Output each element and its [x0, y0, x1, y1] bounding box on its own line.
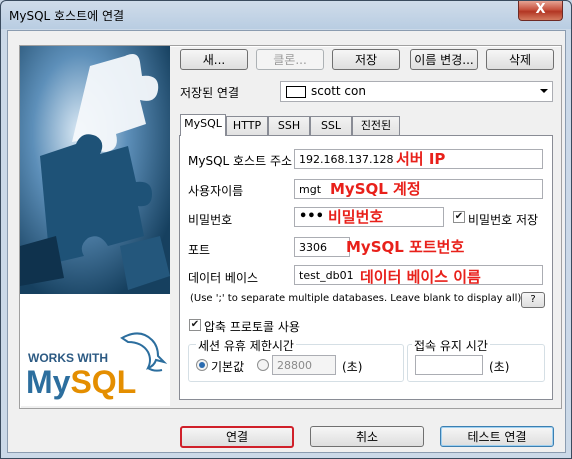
password-label: 비밀번호	[188, 213, 233, 227]
default-label: 기본값	[211, 360, 245, 374]
rename-button[interactable]: 이름 변경...	[410, 49, 478, 70]
works-with-label: WORKS WITH	[28, 351, 108, 365]
saved-connection-select[interactable]: scott con	[280, 81, 553, 102]
delete-button[interactable]: 삭제	[486, 49, 554, 70]
save-button[interactable]: 저장	[332, 49, 400, 70]
database-hint: (Use ';' to separate multiple databases.…	[190, 293, 522, 304]
timeout-input[interactable]: 28800	[272, 355, 336, 375]
keepalive-seconds-label: (초)	[489, 360, 510, 374]
database-label: 데이터 베이스	[188, 271, 259, 285]
save-password-label: 비밀번호 저장	[468, 213, 539, 227]
tab-ssh[interactable]: SSH	[268, 116, 310, 135]
connect-button[interactable]: 연결	[180, 426, 294, 448]
port-label: 포트	[188, 243, 211, 257]
new-button[interactable]: 새...	[180, 49, 248, 70]
radio-selected-dot	[199, 362, 205, 368]
test-connection-button[interactable]: 테스트 연결	[440, 426, 554, 447]
title-bar[interactable]: MySQL 호스트에 연결 X	[1, 1, 571, 29]
mysql-branding-panel: WORKS WITH MySQL	[20, 46, 170, 406]
save-password-checkbox[interactable]: ✔	[453, 211, 465, 223]
port-value: 3306	[299, 241, 327, 254]
help-button[interactable]: ?	[521, 292, 545, 308]
username-label: 사용자이름	[188, 184, 244, 198]
host-annotation: 서버 IP	[396, 150, 446, 168]
timeout-value: 28800	[277, 359, 312, 372]
chevron-down-icon[interactable]	[540, 89, 548, 93]
tab-http[interactable]: HTTP	[226, 116, 268, 135]
tab-advanced[interactable]: 진전된	[352, 116, 400, 135]
mysql-logo: MySQL	[26, 364, 137, 400]
port-input[interactable]: 3306	[294, 237, 350, 257]
custom-timeout-radio[interactable]	[257, 359, 269, 371]
saved-connection-label: 저장된 연결	[180, 86, 240, 100]
database-annotation: 데이터 베이스 이름	[360, 268, 481, 286]
saved-connection-value: scott con	[311, 84, 366, 98]
port-annotation: MySQL 포트번호	[346, 238, 465, 256]
password-annotation: 비밀번호	[328, 208, 384, 226]
color-swatch	[286, 86, 306, 98]
clone-button[interactable]: 클론...	[256, 49, 324, 70]
window-title: MySQL 호스트에 연결	[9, 9, 125, 23]
puzzle-image	[20, 46, 170, 294]
keepalive-label: 접속 유지 시간	[412, 337, 490, 354]
username-annotation: MySQL 계정	[330, 180, 421, 198]
host-value: 192.168.137.128	[299, 153, 394, 166]
tab-ssl[interactable]: SSL	[310, 116, 352, 135]
database-value: test_db01	[299, 269, 354, 282]
keepalive-input[interactable]	[415, 355, 483, 375]
default-radio[interactable]	[196, 359, 208, 371]
host-label: MySQL 호스트 주소	[188, 154, 293, 168]
compress-checkbox[interactable]: ✔	[189, 319, 201, 331]
cancel-button[interactable]: 취소	[310, 426, 424, 447]
password-value: •••	[299, 209, 324, 224]
username-value: mgt	[299, 183, 322, 196]
timeout-seconds-label: (초)	[342, 360, 363, 374]
session-timeout-label: 세션 유휴 제한시간	[196, 337, 296, 354]
compress-label: 압축 프로토콜 사용	[204, 320, 300, 334]
dialog-body: WORKS WITH MySQL 새... 클론... 저장 이름 변경... …	[7, 30, 566, 453]
close-button[interactable]: X	[518, 1, 563, 21]
tab-mysql[interactable]: MySQL	[180, 114, 226, 136]
dialog-window: MySQL 호스트에 연결 X WORKS WITH MySQL 새... 클론…	[0, 0, 572, 459]
